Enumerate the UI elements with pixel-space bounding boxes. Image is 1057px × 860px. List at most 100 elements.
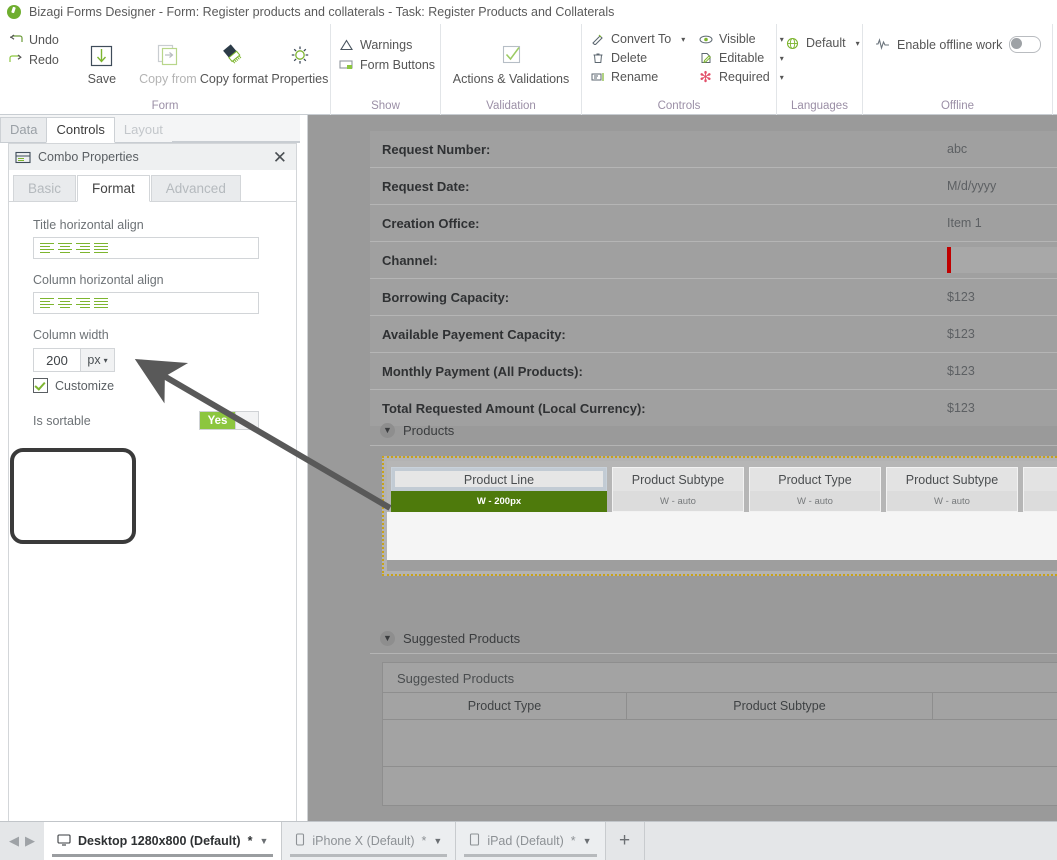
customize-checkbox[interactable] bbox=[33, 378, 48, 393]
rename-icon bbox=[590, 70, 605, 84]
field-label: Borrowing Capacity: bbox=[382, 289, 510, 305]
align-right-icon[interactable] bbox=[74, 241, 92, 255]
default-language-label: Default bbox=[806, 36, 846, 50]
align-justify-icon[interactable] bbox=[92, 241, 110, 255]
default-language-button[interactable]: Default ▾ bbox=[785, 36, 860, 50]
form-row-creation-office[interactable]: Creation Office: Item 1 bbox=[370, 205, 1057, 242]
suggested-products-section-header[interactable]: ▼ Suggested Products bbox=[370, 623, 1057, 654]
actions-validations-button[interactable]: Actions & Validations bbox=[447, 28, 576, 86]
rename-button[interactable]: Rename bbox=[590, 70, 680, 84]
table-column-product-type[interactable]: Product Type bbox=[383, 693, 627, 719]
device-tab-nav: ◀ ▶ bbox=[0, 822, 44, 860]
redo-button[interactable]: Redo bbox=[8, 53, 59, 67]
device-tab-ipad[interactable]: iPad (Default) * ▼ bbox=[456, 822, 606, 860]
table-column-product-subtype[interactable]: Product Subtype bbox=[627, 693, 933, 719]
properties-panel-header: Combo Properties ✕ bbox=[8, 143, 297, 170]
field-value[interactable]: abc bbox=[947, 142, 967, 156]
align-left-icon[interactable] bbox=[38, 296, 56, 310]
sidebar-tab-data[interactable]: Data bbox=[0, 117, 48, 142]
delete-button[interactable]: Delete bbox=[590, 51, 680, 65]
visible-button[interactable]: Visible ▾ bbox=[698, 32, 784, 46]
column-header: Product Type bbox=[749, 467, 881, 491]
convert-to-label: Convert To bbox=[611, 32, 672, 46]
column-align-options[interactable] bbox=[33, 292, 259, 314]
field-value[interactable]: $123 bbox=[947, 401, 975, 415]
chevron-down-icon[interactable]: ▼ bbox=[380, 422, 395, 438]
field-value[interactable]: $123 bbox=[947, 364, 975, 378]
grid-column-product-type[interactable]: Product Type W - auto bbox=[749, 467, 881, 512]
field-value[interactable]: Item 1 bbox=[947, 216, 982, 230]
grid-column-overflow[interactable]: C bbox=[1023, 467, 1057, 512]
properties-gear-icon bbox=[286, 32, 314, 70]
column-width-unit-select[interactable]: px ▾ bbox=[81, 348, 115, 372]
products-grid[interactable]: Product Line W - 200px Product Subtype W… bbox=[382, 456, 1057, 576]
column-width-control[interactable]: 200 px ▾ bbox=[33, 348, 279, 372]
align-justify-icon[interactable] bbox=[92, 296, 110, 310]
subtab-basic[interactable]: Basic bbox=[13, 175, 77, 201]
required-indicator bbox=[947, 247, 951, 273]
column-width-input[interactable]: 200 bbox=[33, 348, 81, 372]
align-center-icon[interactable] bbox=[56, 296, 74, 310]
convert-to-button[interactable]: Convert To ▾ bbox=[590, 32, 685, 46]
properties-button[interactable]: Properties bbox=[267, 28, 333, 86]
field-value[interactable]: $123 bbox=[947, 327, 975, 341]
device-tab-label: iPad (Default) bbox=[487, 834, 564, 848]
chevron-down-icon: ▾ bbox=[855, 38, 860, 48]
copy-format-button[interactable]: Copy format bbox=[200, 28, 268, 86]
products-section-header[interactable]: ▼ Products bbox=[370, 415, 1057, 446]
form-row-request-date[interactable]: Request Date: M/d/yyyy bbox=[370, 168, 1057, 205]
undo-button[interactable]: Undo bbox=[8, 33, 59, 47]
field-label: Total Requested Amount (Local Currency): bbox=[382, 400, 646, 416]
copy-from-button[interactable]: Copy from bbox=[135, 28, 201, 86]
form-row-available-payment-capacity[interactable]: Available Payement Capacity: $123 bbox=[370, 316, 1057, 353]
align-right-icon[interactable] bbox=[74, 296, 92, 310]
chevron-right-icon[interactable]: ▶ bbox=[25, 833, 35, 849]
chevron-down-icon[interactable]: ▼ bbox=[380, 630, 395, 646]
suggested-products-table-footer bbox=[383, 767, 1057, 805]
form-row-channel[interactable]: Channel: bbox=[370, 242, 1057, 279]
title-align-options[interactable] bbox=[33, 237, 259, 259]
form-row-monthly-payment[interactable]: Monthly Payment (All Products): $123 bbox=[370, 353, 1057, 390]
table-column-overflow[interactable] bbox=[933, 693, 1057, 719]
device-tab-iphone[interactable]: iPhone X (Default) * ▼ bbox=[282, 822, 457, 860]
form-row-borrowing-capacity[interactable]: Borrowing Capacity: $123 bbox=[370, 279, 1057, 316]
left-sidebar: Data Controls Layout Combo Properties ✕ … bbox=[0, 115, 300, 825]
form-row-request-number[interactable]: Request Number: abc bbox=[370, 131, 1057, 168]
column-width-label: Column width bbox=[33, 328, 109, 342]
device-tab-desktop[interactable]: Desktop 1280x800 (Default) * ▼ bbox=[44, 822, 283, 860]
editable-button[interactable]: Editable ▾ bbox=[698, 51, 784, 65]
suggested-products-table[interactable]: Suggested Products Product Type Product … bbox=[382, 662, 1057, 806]
subtab-format[interactable]: Format bbox=[77, 175, 150, 202]
save-button[interactable]: Save bbox=[69, 28, 135, 86]
grid-column-product-line[interactable]: Product Line W - 200px bbox=[391, 467, 607, 512]
field-value[interactable] bbox=[947, 247, 1057, 273]
properties-subtabs: Basic Format Advanced bbox=[9, 170, 296, 202]
chevron-down-icon[interactable]: ▼ bbox=[259, 836, 268, 846]
device-bar-filler bbox=[645, 822, 1057, 860]
close-icon[interactable]: ✕ bbox=[270, 149, 290, 166]
properties-panel-title: Combo Properties bbox=[38, 150, 139, 164]
field-value[interactable]: $123 bbox=[947, 290, 975, 304]
enable-offline-work-row[interactable]: Enable offline work bbox=[863, 28, 1055, 53]
is-sortable-toggle[interactable]: Yes bbox=[199, 411, 259, 430]
chevron-down-icon[interactable]: ▼ bbox=[433, 836, 442, 846]
field-value[interactable]: M/d/yyyy bbox=[947, 179, 996, 193]
subtab-advanced[interactable]: Advanced bbox=[150, 175, 241, 201]
products-grid-footer bbox=[387, 560, 1057, 571]
ribbon-group-label-form: Form bbox=[151, 100, 179, 112]
add-device-tab-button[interactable]: + bbox=[606, 822, 645, 860]
align-center-icon[interactable] bbox=[56, 241, 74, 255]
grid-column-product-subtype-2[interactable]: Product Subtype W - auto bbox=[886, 467, 1018, 512]
globe-icon bbox=[785, 36, 800, 50]
sidebar-tab-controls[interactable]: Controls bbox=[46, 117, 115, 143]
form-buttons-button[interactable]: Form Buttons bbox=[339, 58, 435, 72]
chevron-left-icon[interactable]: ◀ bbox=[9, 833, 19, 849]
chevron-down-icon[interactable]: ▼ bbox=[583, 836, 592, 846]
required-button[interactable]: ✻ Required ▾ bbox=[698, 70, 784, 85]
customize-checkbox-row[interactable]: Customize bbox=[33, 378, 279, 393]
warnings-button[interactable]: Warnings bbox=[339, 38, 435, 52]
align-left-icon[interactable] bbox=[38, 241, 56, 255]
monitor-icon bbox=[57, 833, 71, 849]
offline-toggle[interactable] bbox=[1009, 36, 1042, 53]
grid-column-product-subtype-1[interactable]: Product Subtype W - auto bbox=[612, 467, 744, 512]
